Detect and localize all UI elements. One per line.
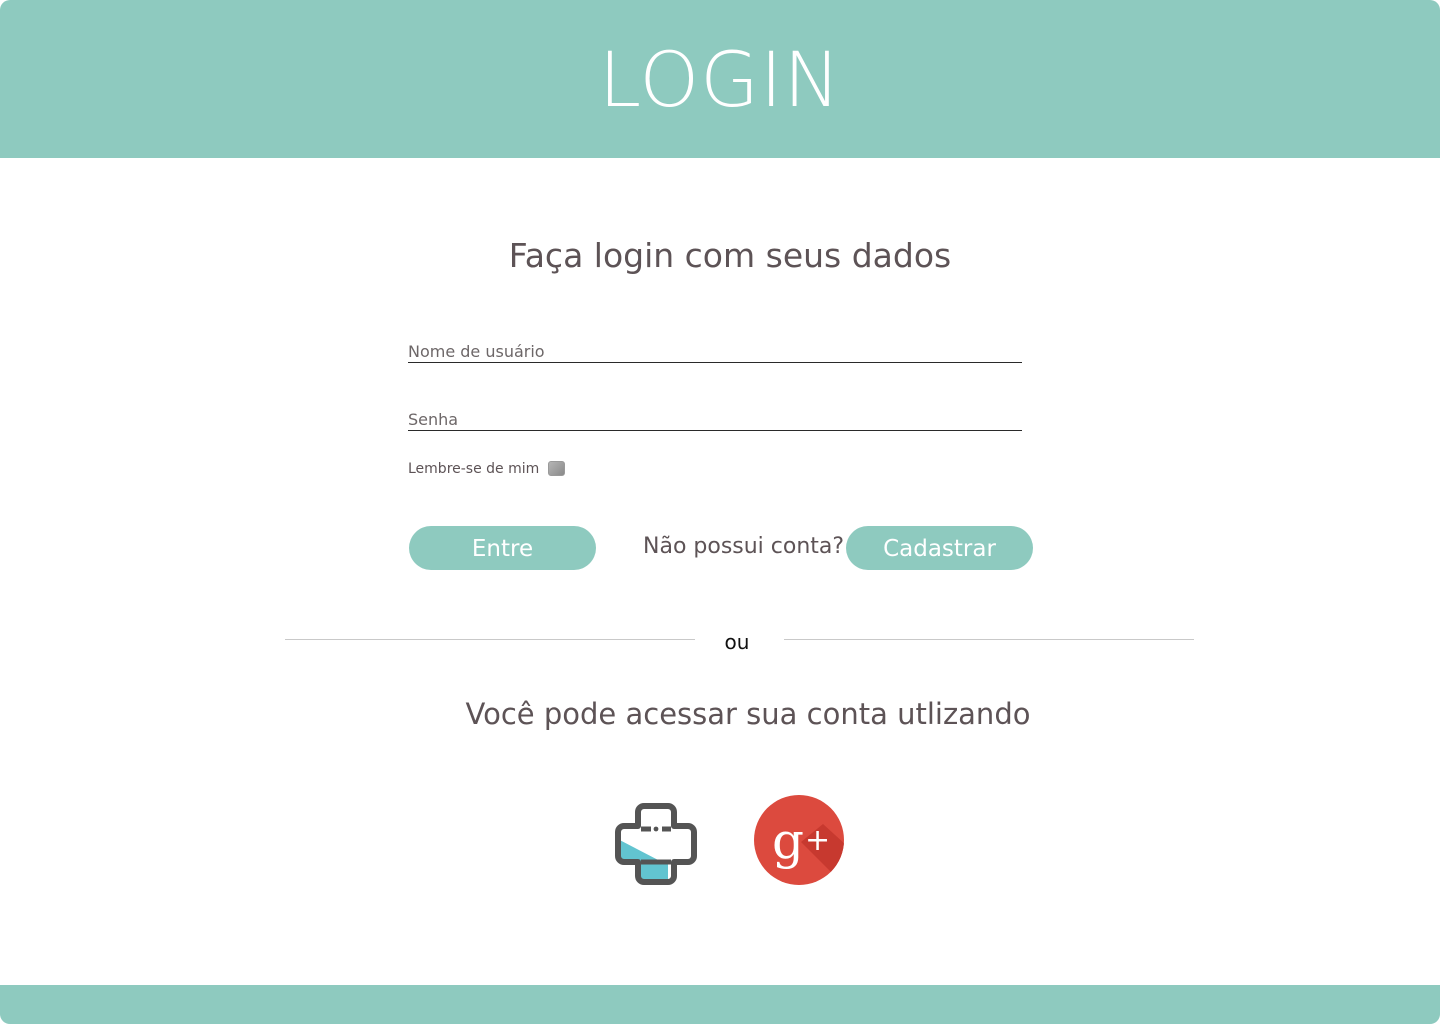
social-login-text: Você pode acessar sua conta utlizando [465, 697, 1031, 731]
google-plus-icon[interactable]: g + [753, 794, 845, 886]
medical-cross-icon[interactable] [612, 800, 700, 890]
no-account-text: Não possui conta? [643, 534, 845, 559]
divider-line-left [285, 639, 695, 640]
divider-or-text: ou [724, 630, 750, 654]
svg-text:g: g [772, 812, 804, 870]
footer-bar [0, 985, 1440, 1024]
password-input[interactable] [408, 408, 1022, 431]
register-button[interactable]: Cadastrar [846, 526, 1033, 570]
divider-line-right [784, 639, 1194, 640]
username-input[interactable] [408, 340, 1022, 363]
header-bar: LOGIN [0, 0, 1440, 158]
remember-me-label: Lembre-se de mim [408, 461, 540, 477]
svg-text:+: + [805, 823, 830, 858]
page-title: LOGIN [598, 35, 842, 124]
enter-button[interactable]: Entre [409, 526, 596, 570]
login-subtitle: Faça login com seus dados [508, 236, 952, 275]
remember-me-checkbox[interactable] [548, 461, 565, 476]
